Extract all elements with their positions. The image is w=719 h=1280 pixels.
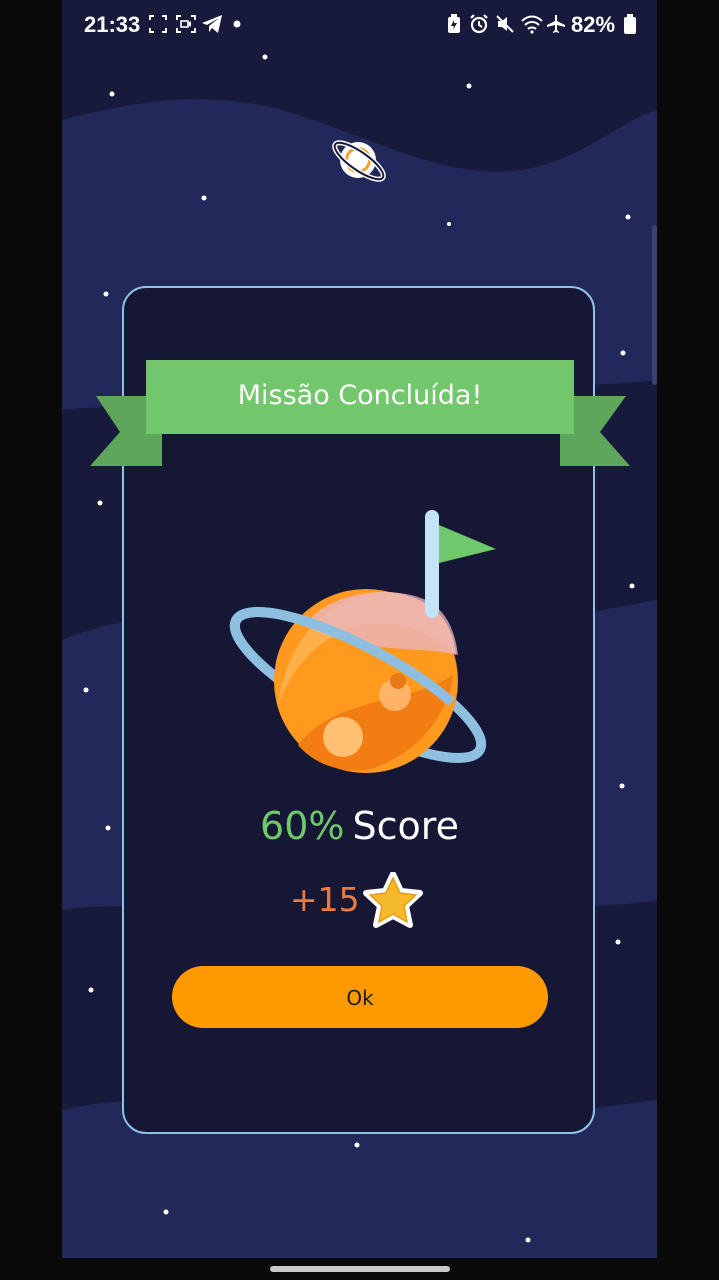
planet-flag-icon	[229, 510, 496, 773]
dialog-title: Missão Concluída!	[237, 380, 483, 411]
star-icon	[363, 872, 423, 928]
mute-icon	[496, 15, 514, 33]
screenshot-icon	[149, 15, 167, 33]
score-line: 60% Score	[62, 804, 657, 848]
navigation-handle[interactable]	[270, 1266, 450, 1272]
ok-button[interactable]: Ok	[172, 966, 548, 1028]
wifi-icon	[521, 15, 543, 34]
score-value: 60%	[260, 804, 345, 848]
alarm-icon	[470, 14, 488, 34]
dot-icon	[233, 20, 241, 28]
screen-record-icon	[176, 15, 196, 33]
scrollbar[interactable]	[652, 225, 657, 385]
battery-saver-icon	[448, 14, 460, 33]
score-label: Score	[352, 804, 459, 848]
telegram-icon	[202, 15, 222, 33]
status-bar: 21:33 82%	[62, 0, 657, 48]
app-screen: 21:33 82% Missão Concluída! 60% Score +1…	[62, 0, 657, 1258]
battery-percent: 82%	[571, 12, 616, 37]
reward-points: +15	[290, 880, 360, 919]
planet-logo-icon	[332, 140, 386, 182]
status-time: 21:33	[84, 12, 141, 37]
battery-icon	[624, 14, 636, 34]
airplane-icon	[547, 15, 565, 33]
